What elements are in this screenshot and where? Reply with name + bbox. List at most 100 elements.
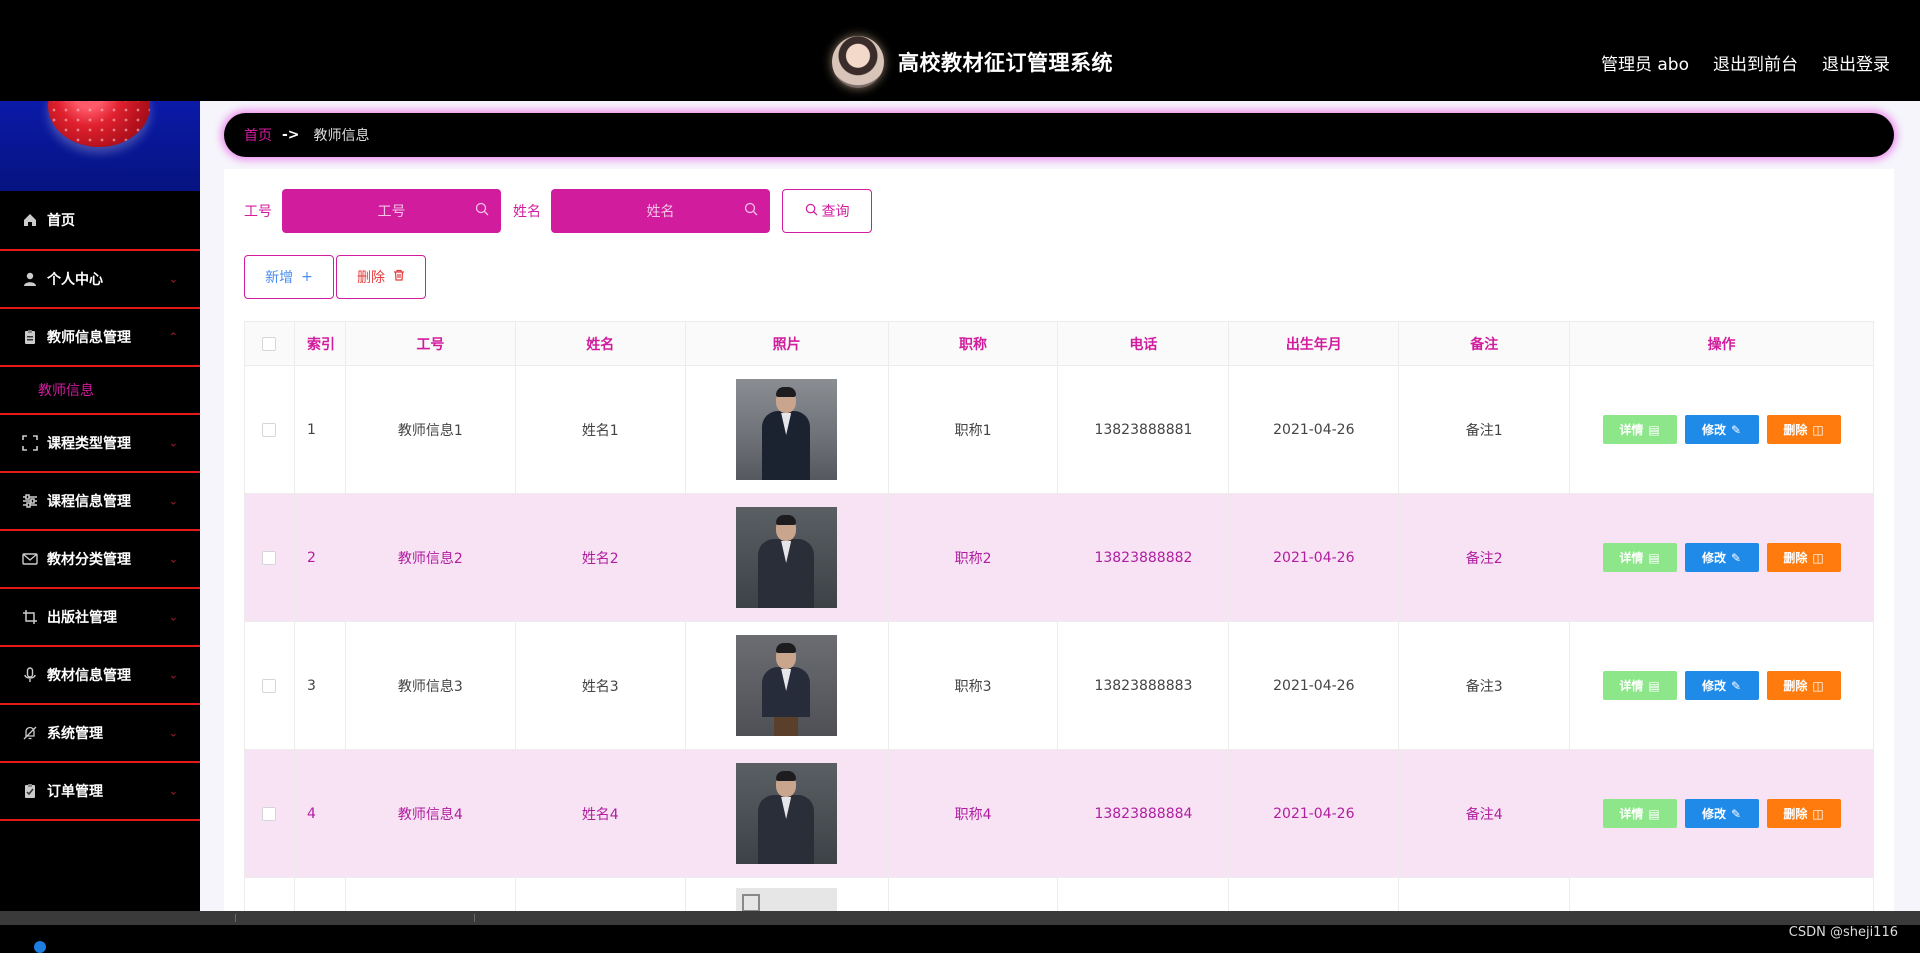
top-header: 高校教材征订管理系统 管理员 abo 退出到前台 退出登录 bbox=[0, 0, 1920, 101]
mail-icon bbox=[22, 551, 38, 567]
delete-button[interactable]: 删除 ◫ bbox=[1766, 799, 1841, 828]
column-header: 出生年月 bbox=[1229, 322, 1400, 365]
add-button[interactable]: 新增 + bbox=[244, 255, 334, 299]
chevron-down-icon: ⌄ bbox=[168, 726, 178, 740]
search-icon bbox=[744, 202, 758, 220]
column-header: 操作 bbox=[1707, 336, 1736, 353]
index-cell: 3 bbox=[295, 622, 346, 749]
edit-button[interactable]: 修改 ✎ bbox=[1684, 415, 1759, 444]
delete-button[interactable]: 删除 ◫ bbox=[1766, 415, 1841, 444]
phone-cell: 13823888881 bbox=[1058, 366, 1230, 493]
horizontal-scrollbar[interactable] bbox=[0, 911, 1920, 925]
sidebar-item-label: 出版社管理 bbox=[47, 610, 117, 626]
user-icon bbox=[22, 271, 38, 287]
detail-button[interactable]: 详情 ▤ bbox=[1602, 415, 1677, 444]
sidebar-item-teacher-management[interactable]: 教师信息管理 ⌃ bbox=[0, 309, 200, 367]
header-select-cell bbox=[245, 322, 295, 365]
phone-cell: 13823888883 bbox=[1058, 622, 1230, 749]
sidebar-item-textbook-info[interactable]: 教材信息管理 ⌄ bbox=[0, 647, 200, 705]
name-cell: 姓名2 bbox=[516, 494, 686, 621]
search-icon bbox=[475, 202, 489, 220]
delete-label: 删除 bbox=[1783, 807, 1808, 821]
teacher-photo bbox=[736, 507, 838, 608]
row-checkbox[interactable] bbox=[262, 550, 277, 565]
teacher-photo bbox=[736, 763, 838, 864]
birth-cell: 2021-04-26 bbox=[1229, 750, 1400, 877]
birth-cell bbox=[1229, 878, 1400, 911]
name-input[interactable]: 姓名 bbox=[551, 189, 770, 233]
edit-label: 修改 bbox=[1702, 807, 1727, 821]
name-cell: 姓名4 bbox=[516, 750, 686, 877]
sidebar-item-textbook-category[interactable]: 教材分类管理 ⌄ bbox=[0, 531, 200, 589]
search-bar: 工号 工号 姓名 姓名 查询 bbox=[244, 189, 872, 233]
employee-no-input[interactable]: 工号 bbox=[282, 189, 501, 233]
query-button[interactable]: 查询 bbox=[782, 189, 872, 233]
edit-button[interactable]: 修改 ✎ bbox=[1684, 799, 1759, 828]
sidebar-item-system[interactable]: 系统管理 ⌄ bbox=[0, 705, 200, 763]
exit-to-front-link[interactable]: 退出到前台 bbox=[1713, 50, 1798, 75]
name-label: 姓名 bbox=[513, 204, 541, 220]
row-checkbox[interactable] bbox=[262, 422, 277, 437]
name-cell: 姓名3 bbox=[516, 622, 686, 749]
ops-cell: 详情 ▤ 修改 ✎ 删除 ◫ bbox=[1570, 622, 1873, 749]
batch-delete-button[interactable]: 删除 bbox=[336, 255, 426, 299]
status-dot-icon bbox=[34, 941, 46, 953]
select-all-checkbox[interactable] bbox=[262, 336, 277, 351]
row-checkbox[interactable] bbox=[262, 678, 277, 693]
sidebar-item-personal-center[interactable]: 个人中心 ⌄ bbox=[0, 251, 200, 309]
photo-cell bbox=[686, 366, 889, 493]
column-header: 照片 bbox=[686, 322, 889, 365]
ops-cell: 详情 ▤ 修改 ✎ 删除 ◫ bbox=[1570, 366, 1873, 493]
delete-button[interactable]: 删除 ◫ bbox=[1766, 543, 1841, 572]
detail-label: 详情 bbox=[1619, 423, 1644, 437]
row-checkbox[interactable] bbox=[262, 806, 277, 821]
chevron-down-icon: ⌄ bbox=[168, 668, 178, 682]
pencil-icon: ✎ bbox=[1731, 806, 1742, 821]
trash-icon: ◫ bbox=[1812, 678, 1824, 693]
delete-button[interactable]: 删除 ◫ bbox=[1766, 671, 1841, 700]
sidebar-item-course-type[interactable]: 课程类型管理 ⌄ bbox=[0, 415, 200, 473]
chevron-down-icon: ⌄ bbox=[168, 272, 178, 286]
home-icon bbox=[22, 212, 38, 228]
edit-button[interactable]: 修改 ✎ bbox=[1684, 543, 1759, 572]
scrollbar-thumb[interactable] bbox=[235, 914, 475, 922]
edit-label: 修改 bbox=[1702, 551, 1727, 565]
main-content: 首页 -> 教师信息 工号 工号 姓名 姓名 查询 新增 + 删除 索引 工号 … bbox=[200, 101, 1920, 911]
sidebar-subitem-teacher-info[interactable]: 教师信息 bbox=[0, 367, 200, 415]
note-cell bbox=[1399, 878, 1571, 911]
edit-label: 修改 bbox=[1702, 423, 1727, 437]
column-header: 工号 bbox=[346, 322, 516, 365]
breadcrumb-current: 教师信息 bbox=[313, 128, 370, 144]
detail-label: 详情 bbox=[1619, 551, 1644, 565]
edit-button[interactable]: 修改 ✎ bbox=[1684, 671, 1759, 700]
employee-no-cell: 教师信息3 bbox=[346, 622, 516, 749]
breadcrumb-home-link[interactable]: 首页 bbox=[244, 125, 272, 145]
sidebar-item-course-info[interactable]: 课程信息管理 ⌄ bbox=[0, 473, 200, 531]
row-select-cell bbox=[245, 750, 295, 877]
sidebar-item-orders[interactable]: 订单管理 ⌄ bbox=[0, 763, 200, 821]
logout-link[interactable]: 退出登录 bbox=[1822, 50, 1890, 75]
document-icon: ▤ bbox=[1648, 806, 1660, 821]
photo-cell bbox=[686, 878, 889, 911]
sidebar-item-publisher[interactable]: 出版社管理 ⌄ bbox=[0, 589, 200, 647]
admin-user-link[interactable]: 管理员 abo bbox=[1601, 50, 1689, 75]
index-cell: 2 bbox=[295, 494, 346, 621]
detail-button[interactable]: 详情 ▤ bbox=[1602, 671, 1677, 700]
breadcrumb: 首页 -> 教师信息 bbox=[224, 113, 1894, 157]
clipboard-check-icon bbox=[22, 783, 38, 799]
detail-button[interactable]: 详情 ▤ bbox=[1602, 799, 1677, 828]
brand: 高校教材征订管理系统 bbox=[832, 36, 1113, 88]
document-icon: ▤ bbox=[1648, 550, 1660, 565]
document-icon: ▤ bbox=[1648, 678, 1660, 693]
ops-cell: 详情 ▤ 修改 ✎ 删除 ◫ bbox=[1570, 750, 1873, 877]
birth-cell: 2021-04-26 bbox=[1229, 366, 1400, 493]
phone-cell: 13823888884 bbox=[1058, 750, 1230, 877]
detail-button[interactable]: 详情 ▤ bbox=[1602, 543, 1677, 572]
note-cell: 备注2 bbox=[1399, 494, 1571, 621]
chevron-down-icon: ⌄ bbox=[168, 610, 178, 624]
title-cell: 职称2 bbox=[889, 494, 1059, 621]
row-select-cell bbox=[245, 494, 295, 621]
note-cell: 备注1 bbox=[1399, 366, 1571, 493]
sidebar-item-home[interactable]: 首页 bbox=[0, 191, 200, 251]
sidebar-item-label: 课程类型管理 bbox=[47, 436, 131, 452]
